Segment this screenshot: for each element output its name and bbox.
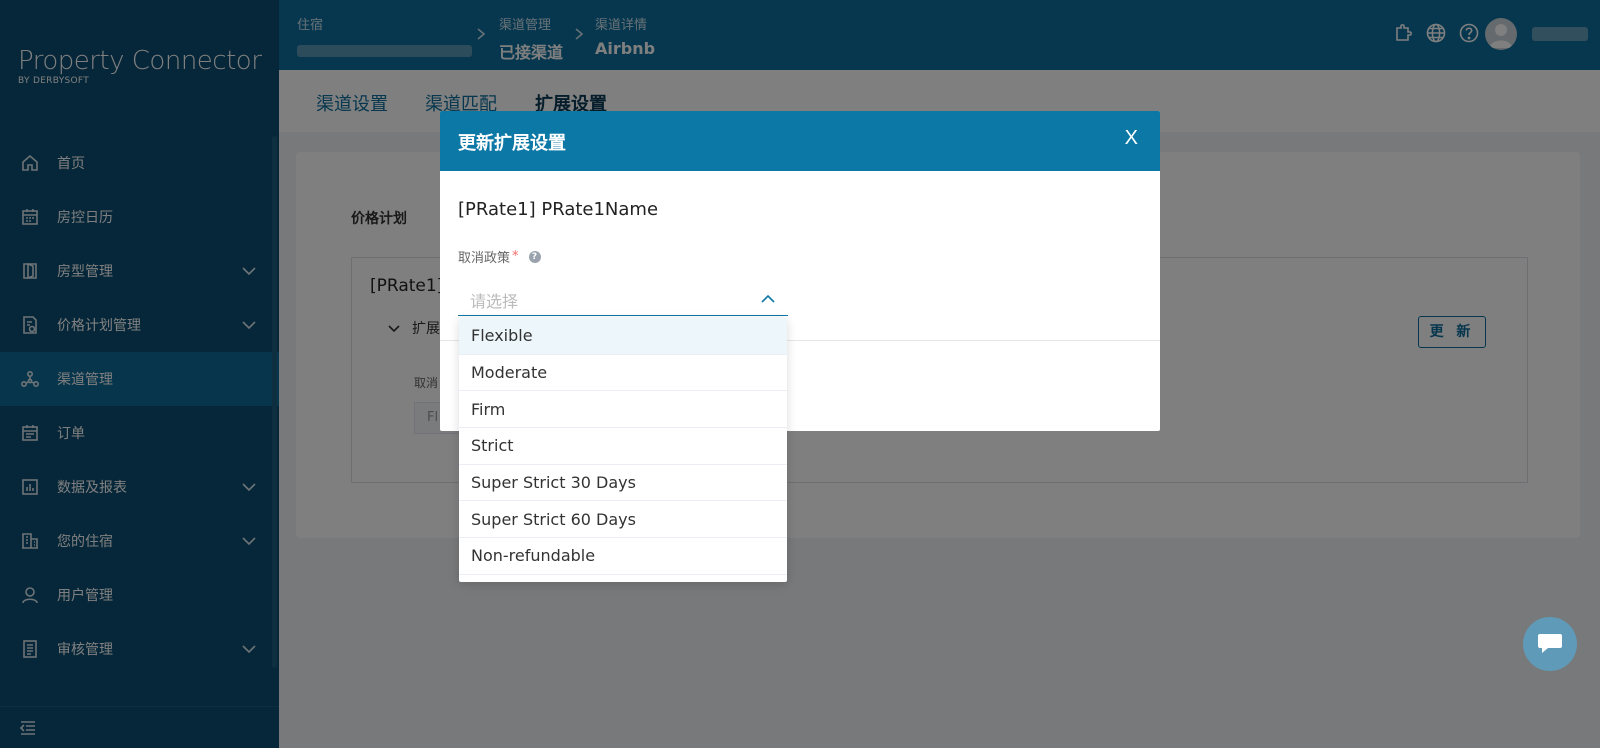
chat-button[interactable]: [1523, 617, 1577, 671]
option-firm[interactable]: Firm: [459, 391, 787, 429]
cancellation-policy-select[interactable]: 请选择: [458, 282, 788, 316]
chevron-up-icon: [761, 294, 775, 303]
required-mark: *: [512, 249, 519, 264]
modal-header: 更新扩展设置 X: [440, 111, 1160, 171]
close-button[interactable]: X: [1125, 127, 1138, 150]
option-moderate[interactable]: Moderate: [459, 355, 787, 392]
option-super-strict-30[interactable]: Super Strict 30 Days: [459, 465, 787, 502]
modal-title: 更新扩展设置: [458, 133, 566, 154]
option-non-refundable[interactable]: Non-refundable: [459, 538, 787, 575]
option-flexible[interactable]: Flexible: [459, 318, 787, 355]
cancellation-policy-dropdown: Flexible Moderate Firm Strict Super Stri…: [459, 318, 787, 582]
option-super-strict-60[interactable]: Super Strict 60 Days: [459, 501, 787, 539]
select-placeholder: 请选择: [470, 292, 519, 311]
help-icon[interactable]: ?: [528, 250, 541, 263]
chat-bubble-icon: [1538, 634, 1562, 653]
option-strict[interactable]: Strict: [459, 428, 787, 465]
rate-plan-name: [PRate1] PRate1Name: [458, 199, 659, 220]
field-label-text: 取消政策: [458, 251, 511, 266]
cancellation-policy-label: 取消政策 * ?: [458, 247, 541, 266]
